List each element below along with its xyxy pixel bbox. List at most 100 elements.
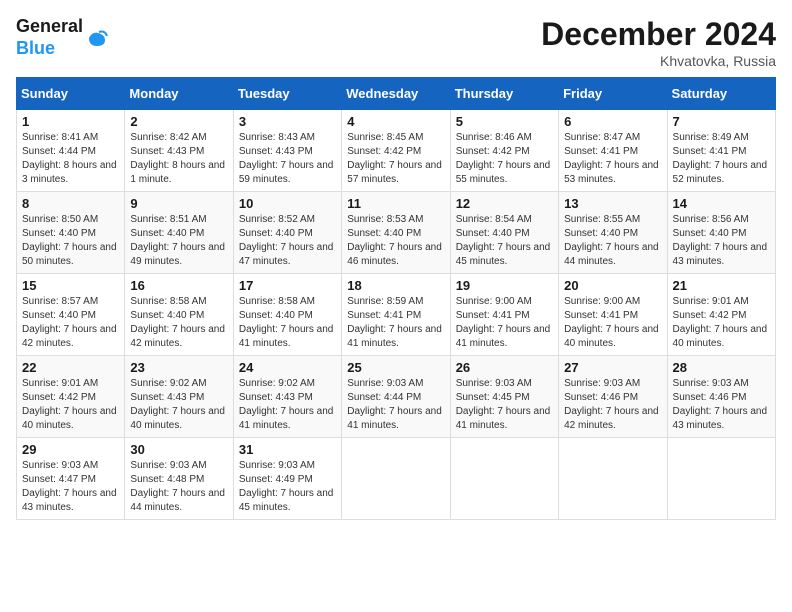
day-number: 5 (456, 114, 553, 129)
day-info: Sunrise: 8:56 AM Sunset: 4:40 PM Dayligh… (673, 213, 770, 269)
day-number: 7 (673, 114, 770, 129)
day-cell-5: 5 Sunrise: 8:46 AM Sunset: 4:42 PM Dayli… (450, 110, 558, 192)
day-number: 8 (22, 196, 119, 211)
day-info: Sunrise: 8:57 AM Sunset: 4:40 PM Dayligh… (22, 295, 119, 351)
day-info: Sunrise: 8:42 AM Sunset: 4:43 PM Dayligh… (130, 131, 227, 187)
day-number: 22 (22, 360, 119, 375)
day-cell-4: 4 Sunrise: 8:45 AM Sunset: 4:42 PM Dayli… (342, 110, 450, 192)
day-number: 18 (347, 278, 444, 293)
week-row-3: 15 Sunrise: 8:57 AM Sunset: 4:40 PM Dayl… (17, 274, 776, 356)
day-number: 26 (456, 360, 553, 375)
day-number: 19 (456, 278, 553, 293)
day-cell-18: 18 Sunrise: 8:59 AM Sunset: 4:41 PM Dayl… (342, 274, 450, 356)
day-info: Sunrise: 9:03 AM Sunset: 4:48 PM Dayligh… (130, 459, 227, 515)
day-number: 4 (347, 114, 444, 129)
day-info: Sunrise: 9:02 AM Sunset: 4:43 PM Dayligh… (130, 377, 227, 433)
day-info: Sunrise: 9:03 AM Sunset: 4:44 PM Dayligh… (347, 377, 444, 433)
day-info: Sunrise: 9:03 AM Sunset: 4:46 PM Dayligh… (673, 377, 770, 433)
day-info: Sunrise: 8:51 AM Sunset: 4:40 PM Dayligh… (130, 213, 227, 269)
day-cell-24: 24 Sunrise: 9:02 AM Sunset: 4:43 PM Dayl… (233, 356, 341, 438)
day-info: Sunrise: 8:54 AM Sunset: 4:40 PM Dayligh… (456, 213, 553, 269)
title-area: December 2024 Khvatovka, Russia (541, 16, 776, 69)
day-number: 21 (673, 278, 770, 293)
day-number: 3 (239, 114, 336, 129)
day-number: 28 (673, 360, 770, 375)
day-cell-7: 7 Sunrise: 8:49 AM Sunset: 4:41 PM Dayli… (667, 110, 775, 192)
day-cell-6: 6 Sunrise: 8:47 AM Sunset: 4:41 PM Dayli… (559, 110, 667, 192)
day-cell-25: 25 Sunrise: 9:03 AM Sunset: 4:44 PM Dayl… (342, 356, 450, 438)
day-number: 12 (456, 196, 553, 211)
day-cell-16: 16 Sunrise: 8:58 AM Sunset: 4:40 PM Dayl… (125, 274, 233, 356)
day-info: Sunrise: 9:00 AM Sunset: 4:41 PM Dayligh… (456, 295, 553, 351)
col-header-saturday: Saturday (667, 78, 775, 110)
day-number: 13 (564, 196, 661, 211)
day-number: 9 (130, 196, 227, 211)
day-number: 2 (130, 114, 227, 129)
calendar-header-row: SundayMondayTuesdayWednesdayThursdayFrid… (17, 78, 776, 110)
day-info: Sunrise: 9:03 AM Sunset: 4:49 PM Dayligh… (239, 459, 336, 515)
day-info: Sunrise: 9:01 AM Sunset: 4:42 PM Dayligh… (673, 295, 770, 351)
day-cell-1: 1 Sunrise: 8:41 AM Sunset: 4:44 PM Dayli… (17, 110, 125, 192)
day-info: Sunrise: 8:53 AM Sunset: 4:40 PM Dayligh… (347, 213, 444, 269)
empty-cell (667, 438, 775, 520)
week-row-1: 1 Sunrise: 8:41 AM Sunset: 4:44 PM Dayli… (17, 110, 776, 192)
logo-icon (85, 26, 109, 50)
day-cell-10: 10 Sunrise: 8:52 AM Sunset: 4:40 PM Dayl… (233, 192, 341, 274)
logo-blue: Blue (16, 38, 55, 58)
day-cell-31: 31 Sunrise: 9:03 AM Sunset: 4:49 PM Dayl… (233, 438, 341, 520)
day-info: Sunrise: 8:43 AM Sunset: 4:43 PM Dayligh… (239, 131, 336, 187)
month-title: December 2024 (541, 16, 776, 53)
day-cell-15: 15 Sunrise: 8:57 AM Sunset: 4:40 PM Dayl… (17, 274, 125, 356)
header: General Blue December 2024 Khvatovka, Ru… (16, 16, 776, 69)
day-number: 30 (130, 442, 227, 457)
logo-general: General (16, 16, 83, 36)
day-info: Sunrise: 9:00 AM Sunset: 4:41 PM Dayligh… (564, 295, 661, 351)
day-cell-8: 8 Sunrise: 8:50 AM Sunset: 4:40 PM Dayli… (17, 192, 125, 274)
day-number: 20 (564, 278, 661, 293)
day-info: Sunrise: 8:50 AM Sunset: 4:40 PM Dayligh… (22, 213, 119, 269)
day-info: Sunrise: 8:52 AM Sunset: 4:40 PM Dayligh… (239, 213, 336, 269)
day-cell-13: 13 Sunrise: 8:55 AM Sunset: 4:40 PM Dayl… (559, 192, 667, 274)
col-header-sunday: Sunday (17, 78, 125, 110)
day-info: Sunrise: 8:47 AM Sunset: 4:41 PM Dayligh… (564, 131, 661, 187)
day-info: Sunrise: 9:03 AM Sunset: 4:46 PM Dayligh… (564, 377, 661, 433)
day-cell-30: 30 Sunrise: 9:03 AM Sunset: 4:48 PM Dayl… (125, 438, 233, 520)
day-info: Sunrise: 8:41 AM Sunset: 4:44 PM Dayligh… (22, 131, 119, 187)
day-info: Sunrise: 9:03 AM Sunset: 4:47 PM Dayligh… (22, 459, 119, 515)
day-info: Sunrise: 8:55 AM Sunset: 4:40 PM Dayligh… (564, 213, 661, 269)
day-cell-26: 26 Sunrise: 9:03 AM Sunset: 4:45 PM Dayl… (450, 356, 558, 438)
col-header-wednesday: Wednesday (342, 78, 450, 110)
calendar: SundayMondayTuesdayWednesdayThursdayFrid… (16, 77, 776, 520)
day-info: Sunrise: 8:45 AM Sunset: 4:42 PM Dayligh… (347, 131, 444, 187)
day-info: Sunrise: 8:58 AM Sunset: 4:40 PM Dayligh… (130, 295, 227, 351)
day-info: Sunrise: 8:59 AM Sunset: 4:41 PM Dayligh… (347, 295, 444, 351)
day-info: Sunrise: 8:49 AM Sunset: 4:41 PM Dayligh… (673, 131, 770, 187)
col-header-friday: Friday (559, 78, 667, 110)
day-number: 24 (239, 360, 336, 375)
day-number: 10 (239, 196, 336, 211)
day-info: Sunrise: 9:02 AM Sunset: 4:43 PM Dayligh… (239, 377, 336, 433)
day-cell-21: 21 Sunrise: 9:01 AM Sunset: 4:42 PM Dayl… (667, 274, 775, 356)
day-info: Sunrise: 9:01 AM Sunset: 4:42 PM Dayligh… (22, 377, 119, 433)
day-number: 15 (22, 278, 119, 293)
week-row-5: 29 Sunrise: 9:03 AM Sunset: 4:47 PM Dayl… (17, 438, 776, 520)
empty-cell (450, 438, 558, 520)
day-cell-19: 19 Sunrise: 9:00 AM Sunset: 4:41 PM Dayl… (450, 274, 558, 356)
day-number: 17 (239, 278, 336, 293)
day-cell-12: 12 Sunrise: 8:54 AM Sunset: 4:40 PM Dayl… (450, 192, 558, 274)
week-row-2: 8 Sunrise: 8:50 AM Sunset: 4:40 PM Dayli… (17, 192, 776, 274)
day-number: 25 (347, 360, 444, 375)
logo: General Blue (16, 16, 109, 59)
day-cell-9: 9 Sunrise: 8:51 AM Sunset: 4:40 PM Dayli… (125, 192, 233, 274)
day-number: 27 (564, 360, 661, 375)
day-number: 14 (673, 196, 770, 211)
day-cell-11: 11 Sunrise: 8:53 AM Sunset: 4:40 PM Dayl… (342, 192, 450, 274)
day-cell-17: 17 Sunrise: 8:58 AM Sunset: 4:40 PM Dayl… (233, 274, 341, 356)
day-number: 6 (564, 114, 661, 129)
day-cell-3: 3 Sunrise: 8:43 AM Sunset: 4:43 PM Dayli… (233, 110, 341, 192)
day-info: Sunrise: 9:03 AM Sunset: 4:45 PM Dayligh… (456, 377, 553, 433)
day-cell-29: 29 Sunrise: 9:03 AM Sunset: 4:47 PM Dayl… (17, 438, 125, 520)
day-number: 29 (22, 442, 119, 457)
day-info: Sunrise: 8:46 AM Sunset: 4:42 PM Dayligh… (456, 131, 553, 187)
empty-cell (342, 438, 450, 520)
